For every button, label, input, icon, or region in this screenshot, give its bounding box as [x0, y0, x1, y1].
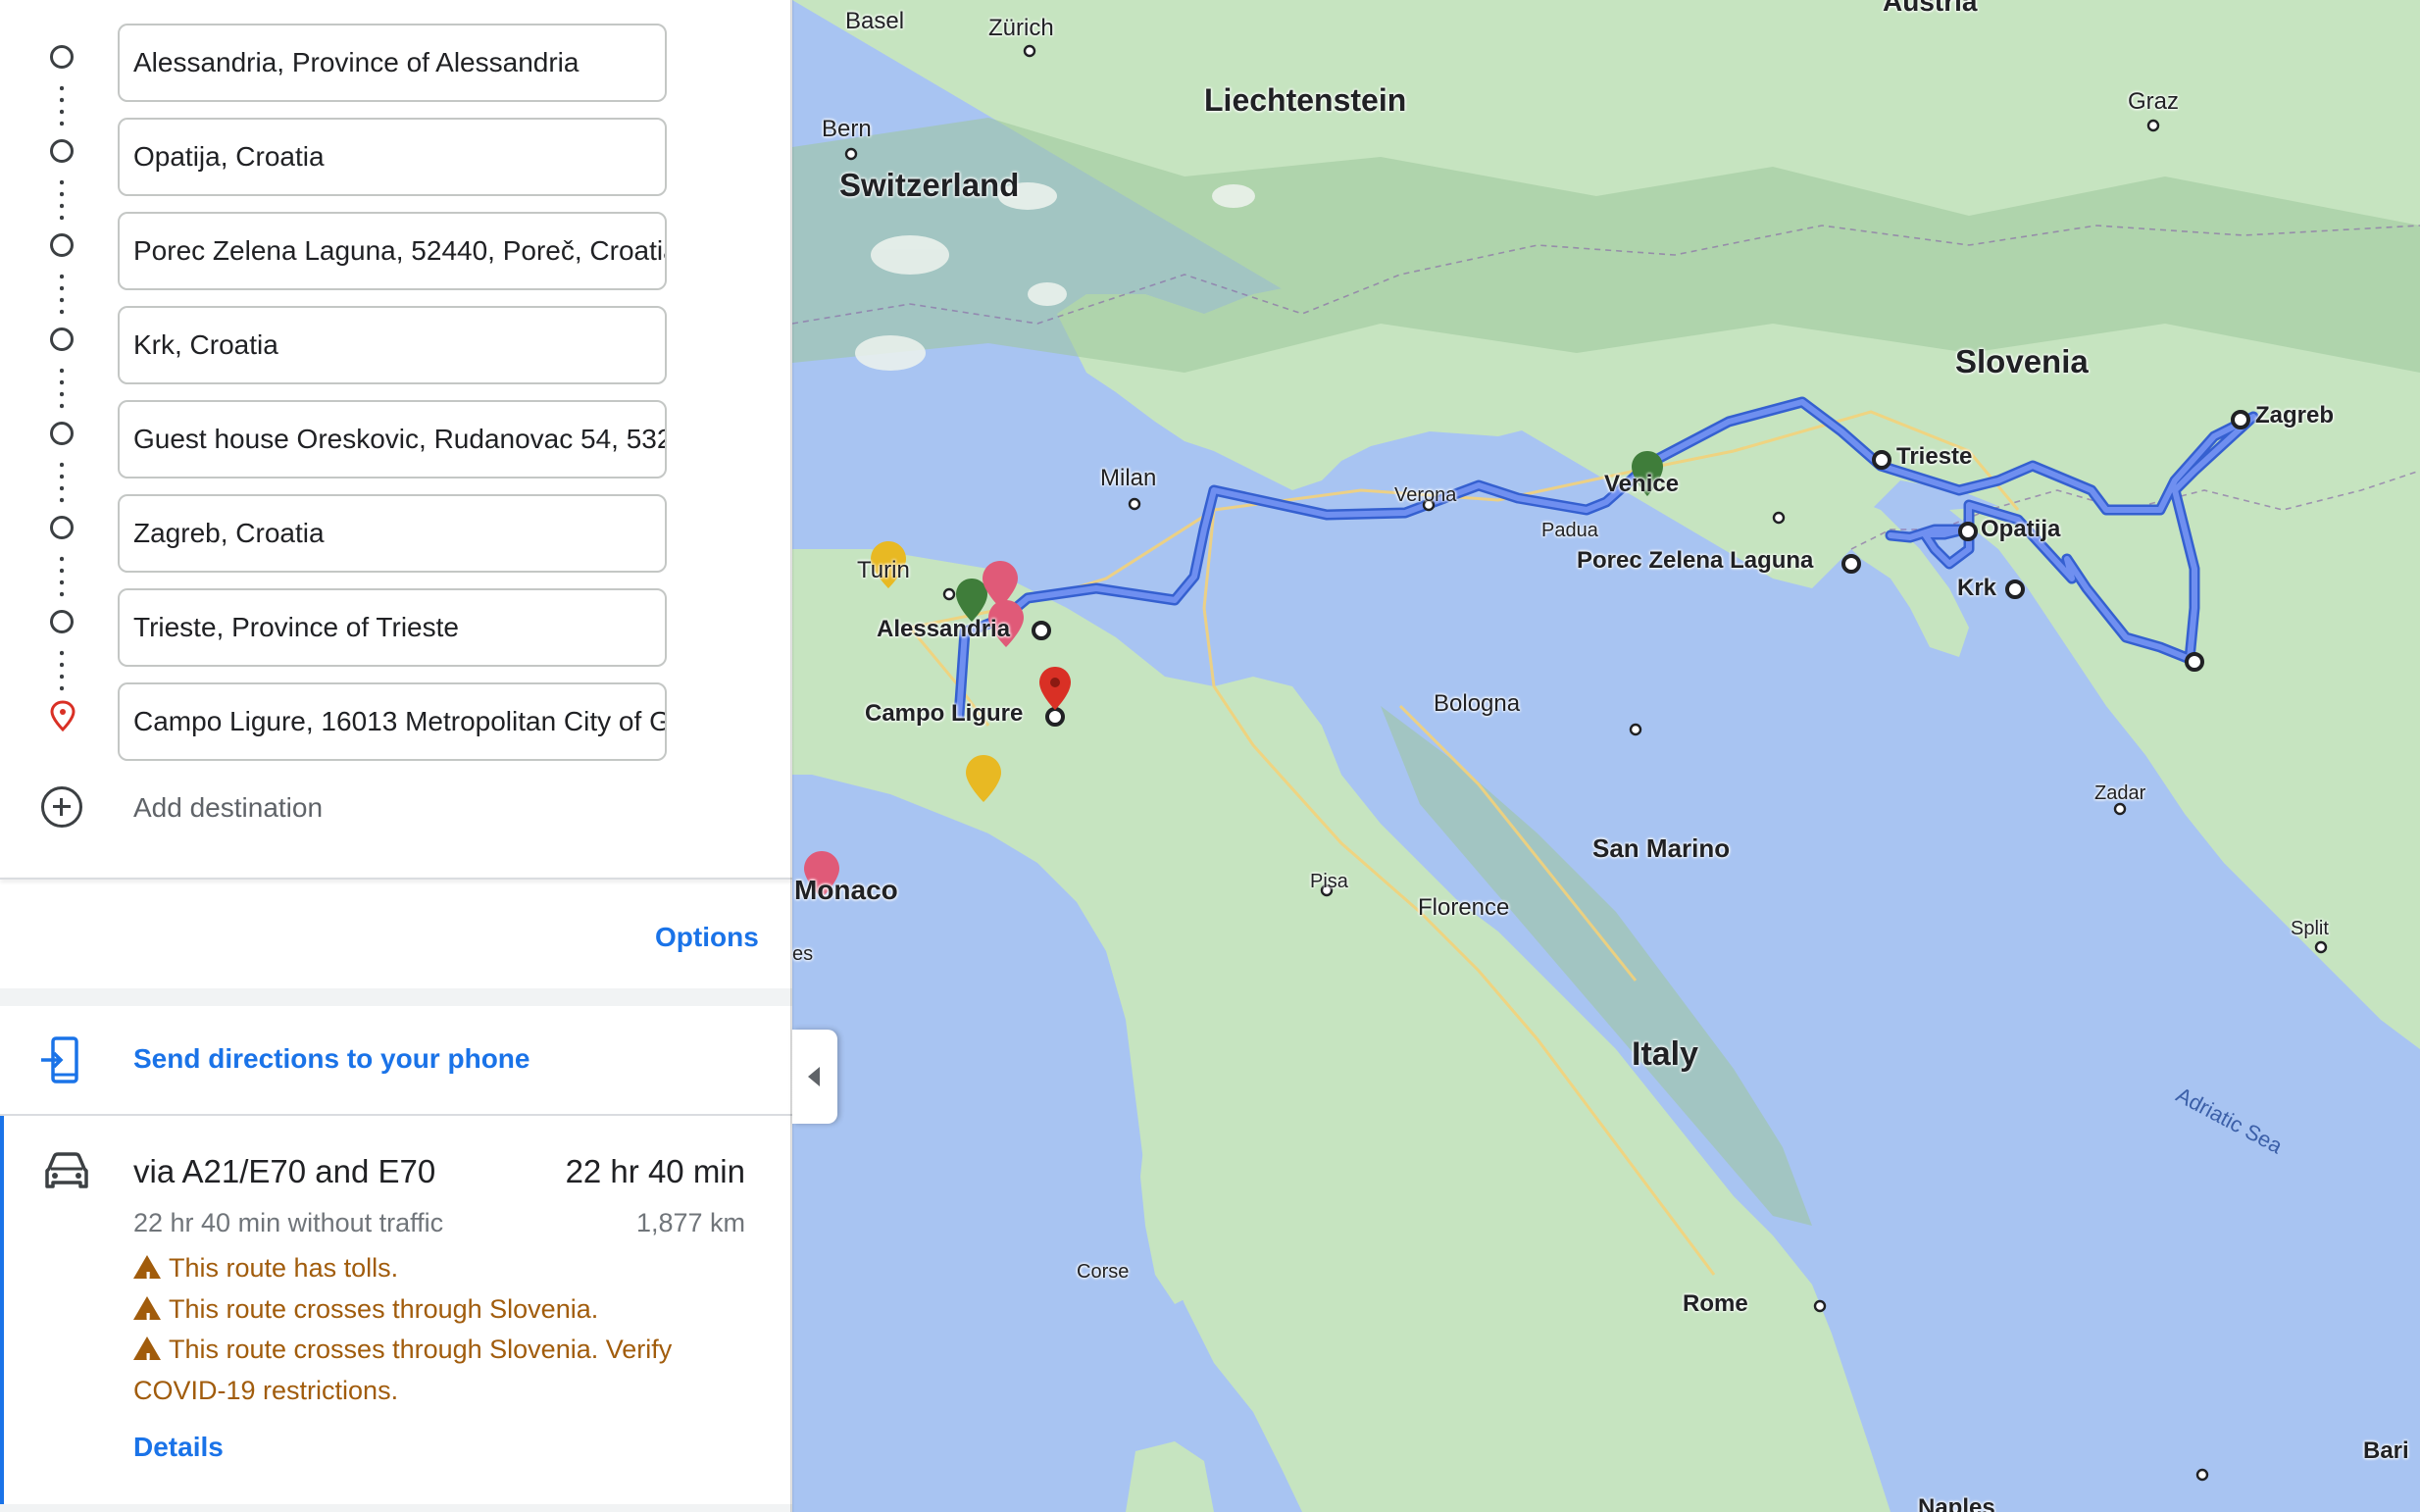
map-label-alessandria: Alessandria	[877, 616, 1011, 642]
circle-icon	[50, 328, 74, 351]
map-label-split: Split	[2291, 918, 2329, 939]
stop-row: Porec Zelena Laguna, 52440, Poreč, Croat…	[0, 196, 792, 290]
map-label-austria: Austria	[1883, 0, 1978, 17]
options-button[interactable]: Options	[655, 922, 759, 953]
stop-input[interactable]: Zagreb, Croatia	[118, 494, 667, 573]
send-directions-label: Send directions to your phone	[133, 1043, 530, 1074]
map-label-verona: Verona	[1394, 484, 1457, 506]
circle-icon	[50, 516, 74, 539]
map-label-graz: Graz	[2128, 88, 2180, 115]
map-label-bari: Bari	[2363, 1437, 2409, 1464]
circle-icon	[50, 610, 74, 633]
send-directions-button[interactable]: Send directions to your phone	[0, 1006, 792, 1114]
map-label-milan: Milan	[1100, 465, 1157, 491]
map-label-padua: Padua	[1541, 520, 1598, 541]
stop-row: Alessandria, Province of Alessandria	[0, 8, 792, 102]
stop-input[interactable]: Krk, Croatia	[118, 306, 667, 384]
divider	[0, 988, 792, 1006]
map-label-liechtenstein: Liechtenstein	[1204, 82, 1407, 118]
map-label-zagreb: Zagreb	[2255, 402, 2335, 428]
warning-icon	[133, 1296, 161, 1341]
map-label-zurich: Zürich	[988, 15, 1054, 41]
map-label-bern: Bern	[822, 116, 872, 142]
map-label-turin: Turin	[857, 557, 910, 583]
warning-icon	[133, 1255, 161, 1300]
red-pin-icon	[50, 700, 76, 731]
collapse-panel-button[interactable]	[792, 1030, 837, 1124]
map-label-pisa: Pisa	[1310, 871, 1348, 892]
map-label-venice: Venice	[1604, 471, 1680, 497]
map-label-cannes: es	[792, 943, 814, 965]
map-label-slovenia: Slovenia	[1955, 343, 2089, 379]
add-destination-label: Add destination	[133, 792, 324, 823]
stop-input[interactable]: Porec Zelena Laguna, 52440, Poreč, Croat…	[118, 212, 667, 290]
map-label-switzerland: Switzerland	[839, 167, 1020, 203]
warning-icon	[133, 1336, 161, 1382]
route-no-traffic-time: 22 hr 40 min without traffic	[133, 1208, 444, 1237]
map-label-italy: Italy	[1632, 1035, 1699, 1073]
add-destination-button[interactable]: Add destination	[0, 777, 792, 839]
stop-row: Trieste, Province of Trieste	[0, 573, 792, 667]
panel-shadow	[790, 0, 794, 1512]
stop-row: Guest house Oreskovic, Rudanovac 54, 532…	[0, 384, 792, 479]
circle-icon	[50, 45, 74, 69]
stop-input[interactable]: Campo Ligure, 16013 Metropolitan City of…	[118, 682, 667, 761]
map-canvas[interactable]: Austria Basel Zürich Liechtenstein Graz …	[792, 0, 2420, 1512]
map-label-trieste: Trieste	[1896, 443, 1973, 470]
map-label-san-marino: San Marino	[1592, 833, 1731, 863]
map-label-monaco: Monaco	[794, 875, 898, 905]
route-warning: This route has tolls.	[133, 1247, 741, 1300]
map-label-naples: Naples	[1918, 1494, 1995, 1512]
chevron-left-icon	[808, 1067, 820, 1086]
stop-input[interactable]: Guest house Oreskovic, Rudanovac 54, 532…	[118, 400, 667, 479]
map-graphics	[792, 0, 2420, 1512]
circle-icon	[50, 422, 74, 445]
map-label-basel: Basel	[845, 8, 905, 34]
map-label-zadar: Zadar	[2094, 782, 2146, 804]
route-option-card[interactable]: via A21/E70 and E70 22 hr 40 min 22 hr 4…	[0, 1116, 792, 1504]
land-istria	[1832, 490, 1969, 657]
add-circle-icon	[41, 786, 82, 828]
divider	[0, 1504, 792, 1512]
stop-row: Zagreb, Croatia	[0, 479, 792, 573]
stop-input[interactable]: Trieste, Province of Trieste	[118, 588, 667, 667]
map-label-campo-ligure: Campo Ligure	[865, 700, 1024, 727]
stop-row: Opatija, Croatia	[0, 102, 792, 196]
map-label-opatija: Opatija	[1981, 516, 2061, 542]
stop-row: Krk, Croatia	[0, 290, 792, 384]
directions-panel: Alessandria, Province of Alessandria Opa…	[0, 0, 792, 1512]
send-to-phone-icon	[41, 1036, 78, 1084]
route-duration: 22 hr 40 min	[565, 1153, 745, 1189]
details-link[interactable]: Details	[133, 1432, 224, 1463]
warning-text: This route has tolls.	[169, 1253, 399, 1283]
route-distance: 1,877 km	[635, 1208, 745, 1237]
warning-text: This route crosses through Slovenia.	[169, 1294, 599, 1324]
warning-text: This route crosses through Slovenia. Ver…	[133, 1335, 673, 1405]
divider	[0, 878, 792, 880]
route-warning: This route crosses through Slovenia. Ver…	[133, 1329, 741, 1411]
map-label-florence: Florence	[1418, 894, 1510, 921]
map-label-rome: Rome	[1683, 1290, 1748, 1317]
map-label-porec: Porec Zelena Laguna	[1577, 547, 1814, 574]
stop-input[interactable]: Alessandria, Province of Alessandria	[118, 24, 667, 102]
route-name: via A21/E70 and E70	[133, 1153, 436, 1189]
map-label-krk: Krk	[1957, 575, 1997, 601]
car-icon	[45, 1152, 88, 1188]
stop-row: Campo Ligure, 16013 Metropolitan City of…	[0, 667, 792, 761]
map-label-bologna: Bologna	[1434, 690, 1521, 717]
circle-icon	[50, 233, 74, 257]
circle-icon	[50, 139, 74, 163]
stop-input[interactable]: Opatija, Croatia	[118, 118, 667, 196]
land-sardinia	[1126, 1441, 1214, 1512]
route-warning: This route crosses through Slovenia.	[133, 1288, 741, 1341]
map-label-corse: Corse	[1077, 1261, 1130, 1283]
